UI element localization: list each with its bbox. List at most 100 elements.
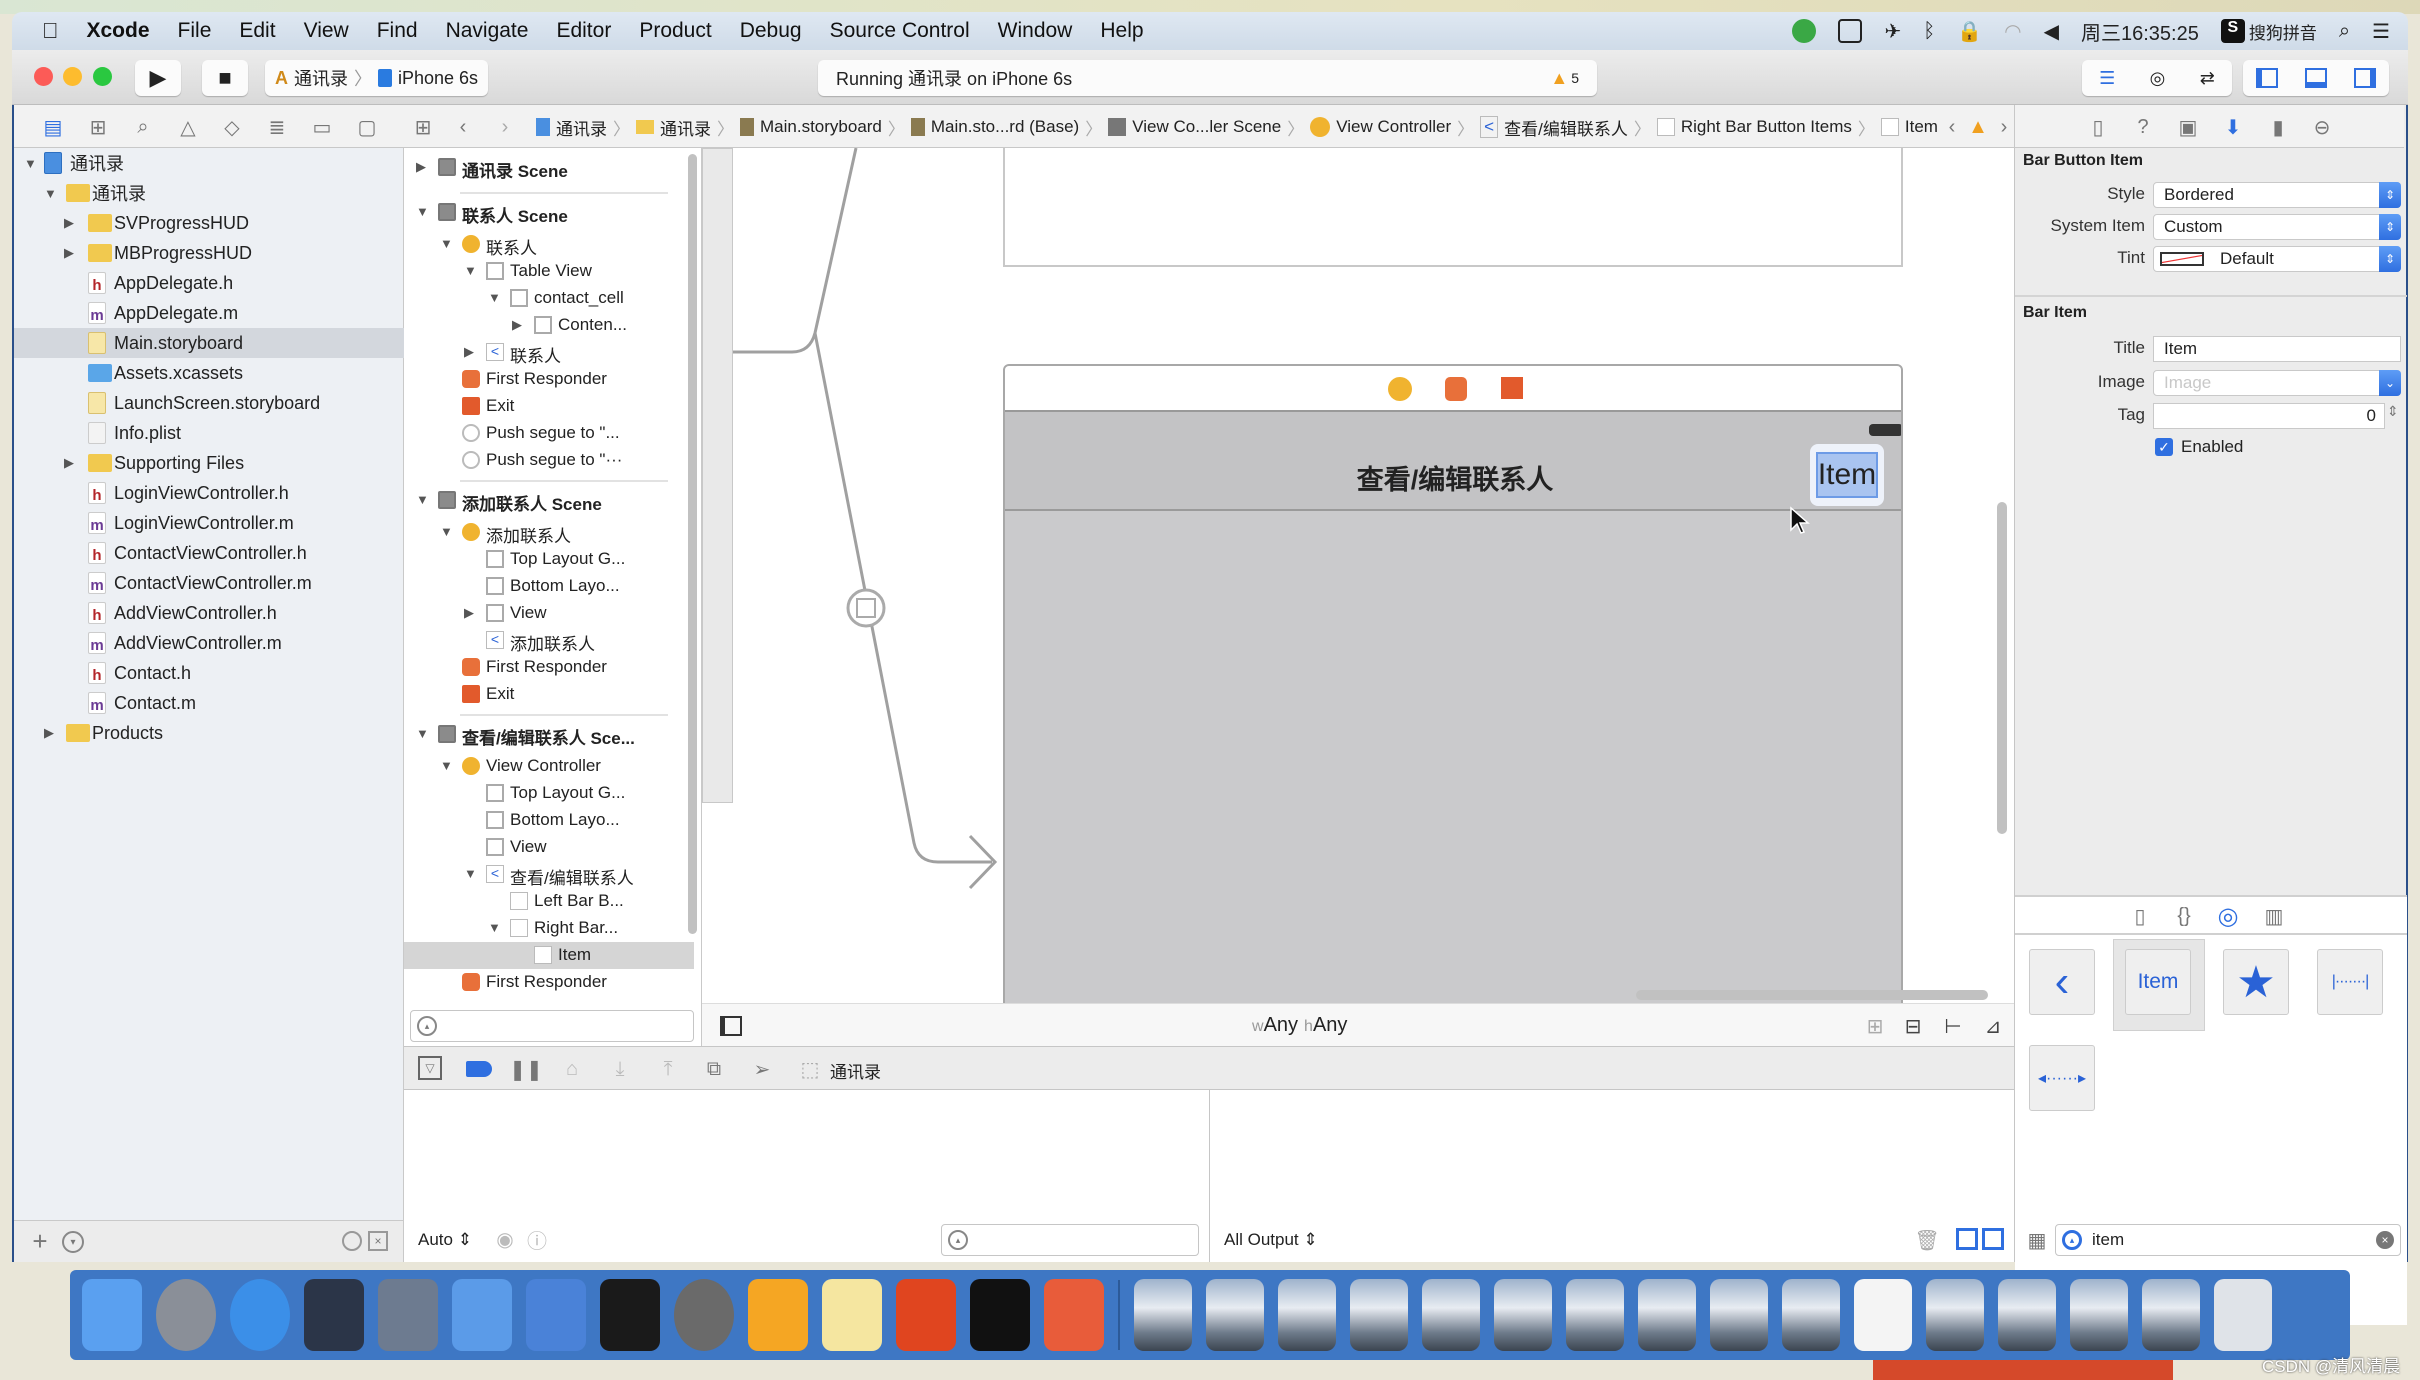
info-icon[interactable]: ⓘ bbox=[526, 1228, 548, 1253]
scm-filter-icon[interactable]: × bbox=[368, 1231, 388, 1251]
horizontal-scrollbar[interactable] bbox=[1636, 990, 1988, 1000]
debug-navigator-icon[interactable]: ≣ bbox=[264, 114, 290, 140]
scene-header[interactable]: ▶ 通讯录 Scene bbox=[404, 154, 694, 181]
notification-center-icon[interactable]: ☰ bbox=[2372, 19, 2390, 44]
camera-status-icon[interactable] bbox=[1838, 19, 1863, 43]
outline-item[interactable]: Top Layout G... bbox=[404, 780, 694, 807]
navigator-item[interactable]: m ContactViewController.m bbox=[14, 568, 404, 598]
dock-window-13-icon[interactable] bbox=[2070, 1279, 2128, 1351]
disclosure-open-icon[interactable]: ▼ bbox=[488, 920, 501, 935]
console-view[interactable]: All Output ⇕ 🗑 bbox=[1210, 1090, 2014, 1262]
library-search-input[interactable]: ▴ item × bbox=[2055, 1224, 2401, 1256]
step-over-icon[interactable]: ⌂ bbox=[560, 1056, 584, 1082]
back-button[interactable]: ‹ bbox=[452, 114, 474, 140]
minimize-window-button[interactable] bbox=[63, 67, 82, 86]
navigator-item[interactable]: h Contact.h bbox=[14, 658, 404, 688]
menu-debug[interactable]: Debug bbox=[726, 19, 816, 43]
disclosure-open-icon[interactable]: ▼ bbox=[416, 204, 429, 219]
dock-xcode-icon[interactable] bbox=[452, 1279, 512, 1351]
menu-view[interactable]: View bbox=[290, 19, 363, 43]
breadcrumb-item[interactable]: Main.storyboard bbox=[760, 117, 882, 137]
disclosure-open-icon[interactable]: ▼ bbox=[464, 263, 477, 278]
menu-product[interactable]: Product bbox=[625, 19, 725, 43]
trash-icon[interactable]: 🗑 bbox=[1914, 1228, 1939, 1252]
navigator-item[interactable]: Info.plist bbox=[14, 418, 404, 448]
outline-item[interactable]: ▼ < 查看/编辑联系人 bbox=[404, 861, 694, 888]
code-snippet-library-icon[interactable]: {} bbox=[2171, 903, 2197, 929]
breadcrumb-item[interactable]: Right Bar Button Items bbox=[1681, 117, 1852, 137]
style-select[interactable]: Bordered ⇕ bbox=[2153, 182, 2401, 208]
bluetooth-icon[interactable]: ᛒ bbox=[1923, 20, 1935, 43]
menu-editor[interactable]: Editor bbox=[542, 19, 625, 43]
image-combo[interactable]: Image ⌄ bbox=[2153, 370, 2401, 396]
size-inspector-icon[interactable]: ▮ bbox=[2265, 114, 2291, 140]
filter-icon[interactable]: ▾ bbox=[62, 1231, 84, 1253]
disclosure-closed-icon[interactable]: ▶ bbox=[64, 245, 74, 261]
size-class-selector[interactable]: wAny hAny bbox=[1252, 1014, 1347, 1037]
identity-inspector-icon[interactable]: ▣ bbox=[2175, 114, 2201, 140]
tag-input[interactable]: 0 bbox=[2153, 403, 2385, 429]
outline-item[interactable]: ▶ Conten... bbox=[404, 312, 694, 339]
edit-contact-scene[interactable]: 查看/编辑联系人 Item bbox=[1003, 364, 1903, 1003]
toggle-utilities-icon[interactable] bbox=[2353, 68, 2376, 88]
step-into-icon[interactable]: ⤓ bbox=[608, 1056, 632, 1082]
dock-powerpoint-icon[interactable] bbox=[896, 1279, 956, 1351]
dock-trash-icon[interactable] bbox=[2214, 1279, 2272, 1351]
dock-instruments-icon[interactable] bbox=[526, 1279, 586, 1351]
airplane-icon[interactable]: ✈ bbox=[1884, 19, 1901, 44]
dock-terminal-icon[interactable] bbox=[600, 1279, 660, 1351]
menu-file[interactable]: File bbox=[164, 19, 226, 43]
navigator-item[interactable]: h ContactViewController.h bbox=[14, 538, 404, 568]
quick-look-icon[interactable]: ◉ bbox=[494, 1228, 516, 1251]
disclosure-open-icon[interactable]: ▼ bbox=[416, 492, 429, 507]
tint-select[interactable]: Default ⇕ bbox=[2153, 246, 2401, 272]
outline-item[interactable]: View bbox=[404, 834, 694, 861]
attributes-inspector-icon[interactable]: ⬇ bbox=[2220, 114, 2246, 140]
disclosure-closed-icon[interactable]: ▶ bbox=[464, 605, 474, 621]
navigator-item[interactable]: h AppDelegate.h bbox=[14, 268, 404, 298]
run-button[interactable]: ▶ bbox=[135, 60, 181, 96]
forward-button[interactable]: › bbox=[494, 114, 516, 140]
title-input[interactable]: Item bbox=[2153, 336, 2401, 362]
menu-xcode[interactable]: Xcode bbox=[73, 19, 164, 43]
exit-icon[interactable] bbox=[1501, 377, 1523, 399]
navigator-item[interactable]: ▼ 通讯录 bbox=[14, 178, 404, 208]
system-item-select[interactable]: Custom ⇕ bbox=[2153, 214, 2401, 240]
outline-item[interactable]: ▼ 添加联系人 bbox=[404, 519, 694, 546]
breadcrumb-item[interactable]: 查看/编辑联系人 bbox=[1504, 115, 1628, 140]
version-editor-icon[interactable]: ⇄ bbox=[2200, 68, 2215, 89]
left-pane-toggle-icon[interactable] bbox=[1956, 1228, 1978, 1250]
resolve-auto-layout-icon[interactable]: ⊿ bbox=[1980, 1013, 2006, 1039]
fixed-space-tile[interactable]: |·······| bbox=[2317, 949, 2383, 1015]
disclosure-closed-icon[interactable]: ▶ bbox=[64, 215, 74, 231]
right-bar-button-item[interactable]: Item bbox=[1810, 444, 1884, 506]
breadcrumb-item[interactable]: Main.sto...rd (Base) bbox=[931, 117, 1079, 137]
disclosure-open-icon[interactable]: ▼ bbox=[488, 290, 501, 305]
scene-header[interactable]: ▼ 联系人 Scene bbox=[404, 199, 694, 226]
dock-safari-icon[interactable] bbox=[230, 1279, 290, 1351]
dock-window-1-icon[interactable] bbox=[1134, 1279, 1192, 1351]
simulate-location-icon[interactable]: ➢ bbox=[750, 1056, 774, 1082]
align-icon[interactable]: ⊟ bbox=[1900, 1013, 1926, 1039]
test-navigator-icon[interactable]: ◇ bbox=[219, 114, 245, 140]
breakpoints-toggle-icon[interactable] bbox=[466, 1061, 492, 1077]
next-issue-button[interactable]: › bbox=[1994, 114, 2014, 140]
view-controller-icon[interactable] bbox=[1388, 377, 1412, 401]
outline-item[interactable]: First Responder bbox=[404, 366, 694, 393]
media-library-icon[interactable]: ▥ bbox=[2261, 903, 2287, 929]
pin-icon[interactable]: ⊢ bbox=[1940, 1013, 1966, 1039]
apple-menu-icon[interactable]:  bbox=[12, 18, 73, 44]
debug-process-name[interactable]: 通讯录 bbox=[830, 1058, 881, 1083]
enabled-checkbox[interactable]: ✓ bbox=[2155, 438, 2173, 456]
navigator-item[interactable]: Assets.xcassets bbox=[14, 358, 404, 388]
dock-window-2-icon[interactable] bbox=[1206, 1279, 1264, 1351]
menu-find[interactable]: Find bbox=[363, 19, 432, 43]
grid-view-icon[interactable]: ▦ bbox=[2025, 1228, 2049, 1252]
warnings-indicator[interactable]: ▲ 5 bbox=[1550, 68, 1579, 89]
outline-item[interactable]: < 添加联系人 bbox=[404, 627, 694, 654]
spotlight-icon[interactable]: ⌕ bbox=[2339, 20, 2350, 43]
menu-edit[interactable]: Edit bbox=[225, 19, 289, 43]
file-template-library-icon[interactable]: ▯ bbox=[2127, 903, 2153, 929]
add-icon[interactable]: + bbox=[28, 1226, 52, 1256]
pause-icon[interactable]: ❚❚ bbox=[509, 1056, 543, 1082]
